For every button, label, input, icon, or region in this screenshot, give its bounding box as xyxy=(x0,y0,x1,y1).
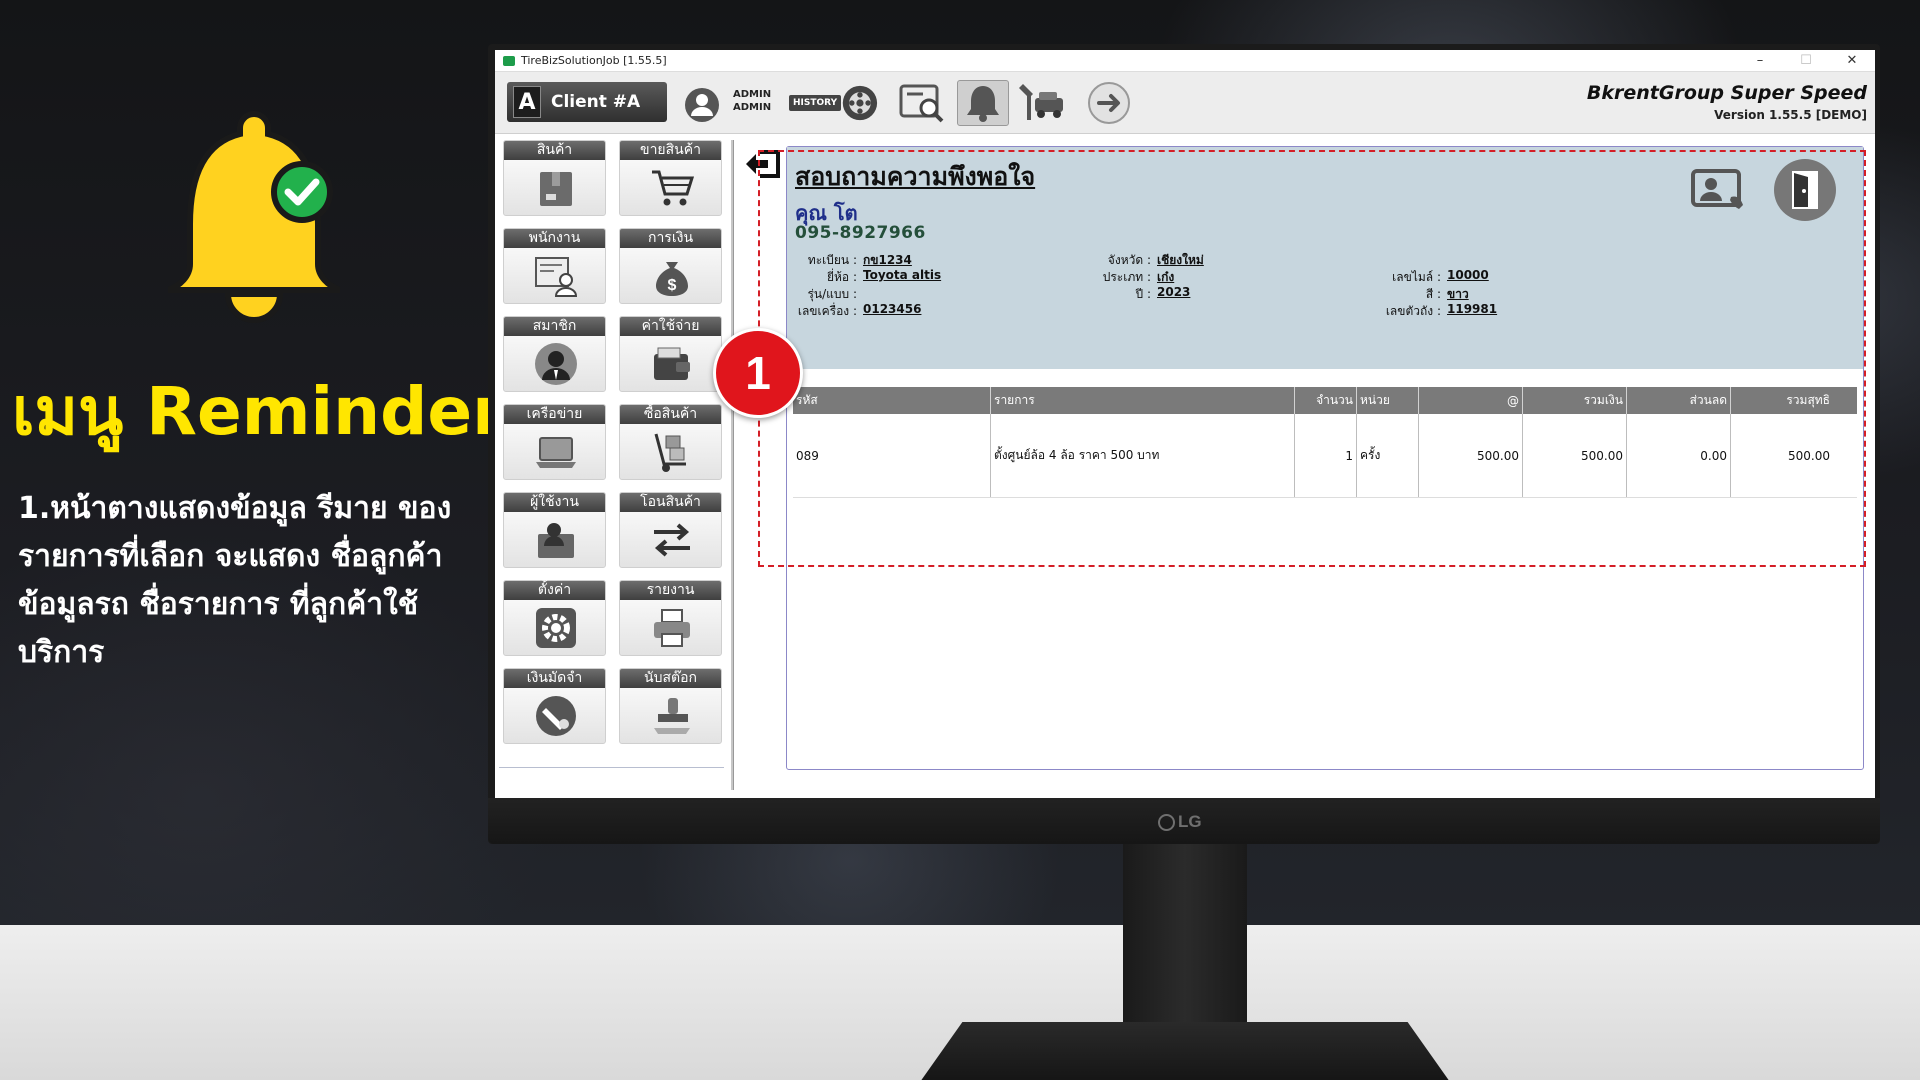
monitor-stand-base xyxy=(920,1022,1450,1080)
sidebar-item-label: ซื้อสินค้า xyxy=(620,405,721,424)
money-bag-icon: $ xyxy=(656,262,688,296)
sidebar-item-transfer[interactable]: โอนสินค้า xyxy=(619,492,722,568)
user-folder-icon xyxy=(538,523,574,558)
window-title: TireBizSolutionJob [1.55.5] xyxy=(521,54,667,67)
sidebar-item-purchase[interactable]: ซื้อสินค้า xyxy=(619,404,722,480)
user-role: ADMIN ADMIN xyxy=(733,88,771,114)
user-line-2: ADMIN xyxy=(733,102,772,113)
gear-icon xyxy=(536,608,576,648)
reminder-button[interactable] xyxy=(957,80,1009,126)
laptop-icon xyxy=(536,437,576,468)
sidebar-item-label: การเงิน xyxy=(620,229,721,248)
step-badge: 1 xyxy=(713,328,803,418)
sidebar-item-label: สินค้า xyxy=(504,141,605,160)
brand-title: BkrentGroup Super Speed xyxy=(1586,82,1867,104)
lg-logo: LG xyxy=(1158,812,1214,832)
arrow-right-icon[interactable] xyxy=(1087,80,1131,126)
maximize-button[interactable]: ☐ xyxy=(1783,50,1829,72)
window-titlebar: TireBizSolutionJob [1.55.5] – ☐ ✕ xyxy=(495,50,1875,72)
box-icon xyxy=(540,172,572,206)
bell-check-icon xyxy=(168,110,340,323)
sidebar-item-expenses[interactable]: ค่าใช้จ่าย xyxy=(619,316,722,392)
history-button[interactable]: HISTORY xyxy=(789,80,879,126)
sidebar-item-stock-count[interactable]: นับสต๊อก xyxy=(619,668,722,744)
employee-icon xyxy=(535,257,578,297)
sidebar-item-label: ตั้งค่า xyxy=(504,581,605,600)
tire-icon xyxy=(842,85,878,121)
client-letter: A xyxy=(513,86,541,118)
deposit-icon xyxy=(536,696,576,736)
stamp-icon xyxy=(654,698,690,734)
sidebar-item-label: สมาชิก xyxy=(504,317,605,336)
toolbar: A Client #A ADMIN ADMIN HISTORY BkrentGr… xyxy=(495,72,1875,134)
minimize-button[interactable]: – xyxy=(1737,50,1783,72)
member-icon xyxy=(535,343,577,385)
sidebar-item-label: ค่าใช้จ่าย xyxy=(620,317,721,336)
user-line-1: ADMIN xyxy=(733,89,772,100)
sidebar-divider xyxy=(499,767,724,768)
monitor-stand-neck xyxy=(1123,836,1247,1051)
sidebar-item-employees[interactable]: พนักงาน xyxy=(503,228,606,304)
brand-block: BkrentGroup Super Speed Version 1.55.5 [… xyxy=(1587,82,1867,122)
sidebar-item-network[interactable]: เครือข่าย xyxy=(503,404,606,480)
sidebar-item-settings[interactable]: ตั้งค่า xyxy=(503,580,606,656)
promo-title: เมนู Reminder xyxy=(12,373,505,450)
cart-icon xyxy=(652,170,694,206)
client-button[interactable]: A Client #A xyxy=(507,82,667,122)
sidebar-item-users[interactable]: ผู้ใช้งาน xyxy=(503,492,606,568)
wallet-icon xyxy=(654,347,690,380)
sidebar-item-label: ขายสินค้า xyxy=(620,141,721,160)
sidebar-item-label: โอนสินค้า xyxy=(620,493,721,512)
bell-icon xyxy=(967,86,999,122)
sidebar-item-label: รายงาน xyxy=(620,581,721,600)
sidebar-item-label: นับสต๊อก xyxy=(620,669,721,688)
sidebar-item-label: เงินมัดจำ xyxy=(504,669,605,688)
hand-truck-icon xyxy=(654,433,686,472)
sidebar-item-label: ผู้ใช้งาน xyxy=(504,493,605,512)
sidebar-item-label: เครือข่าย xyxy=(504,405,605,424)
sidebar-item-sell[interactable]: ขายสินค้า xyxy=(619,140,722,216)
sidebar-item-reports[interactable]: รายงาน xyxy=(619,580,722,656)
client-label: Client #A xyxy=(551,92,641,112)
sidebar-item-finance[interactable]: การเงิน $ xyxy=(619,228,722,304)
brand-version: Version 1.55.5 [DEMO] xyxy=(1714,108,1867,122)
sidebar-item-deposit[interactable]: เงินมัดจำ xyxy=(503,668,606,744)
promo-description: 1.หน้าตางแสดงข้อมูล รีมาย ของรายการที่เล… xyxy=(18,491,452,670)
car-service-icon[interactable] xyxy=(1019,80,1067,126)
sidebar-item-products[interactable]: สินค้า xyxy=(503,140,606,216)
transfer-icon xyxy=(654,523,690,557)
search-document-icon[interactable] xyxy=(899,80,945,126)
history-label: HISTORY xyxy=(789,95,842,111)
svg-text:$: $ xyxy=(668,277,677,294)
printer-icon xyxy=(654,609,690,647)
sidebar-item-members[interactable]: สมาชิก xyxy=(503,316,606,392)
sidebar-item-label: พนักงาน xyxy=(504,229,605,248)
user-avatar-icon[interactable] xyxy=(683,86,721,124)
sidebar: สินค้า ขายสินค้า พนักงาน การเงิน $ สมาชิ… xyxy=(503,140,722,760)
app-icon xyxy=(503,55,515,66)
close-button[interactable]: ✕ xyxy=(1829,50,1875,72)
highlight-box xyxy=(758,150,1866,567)
